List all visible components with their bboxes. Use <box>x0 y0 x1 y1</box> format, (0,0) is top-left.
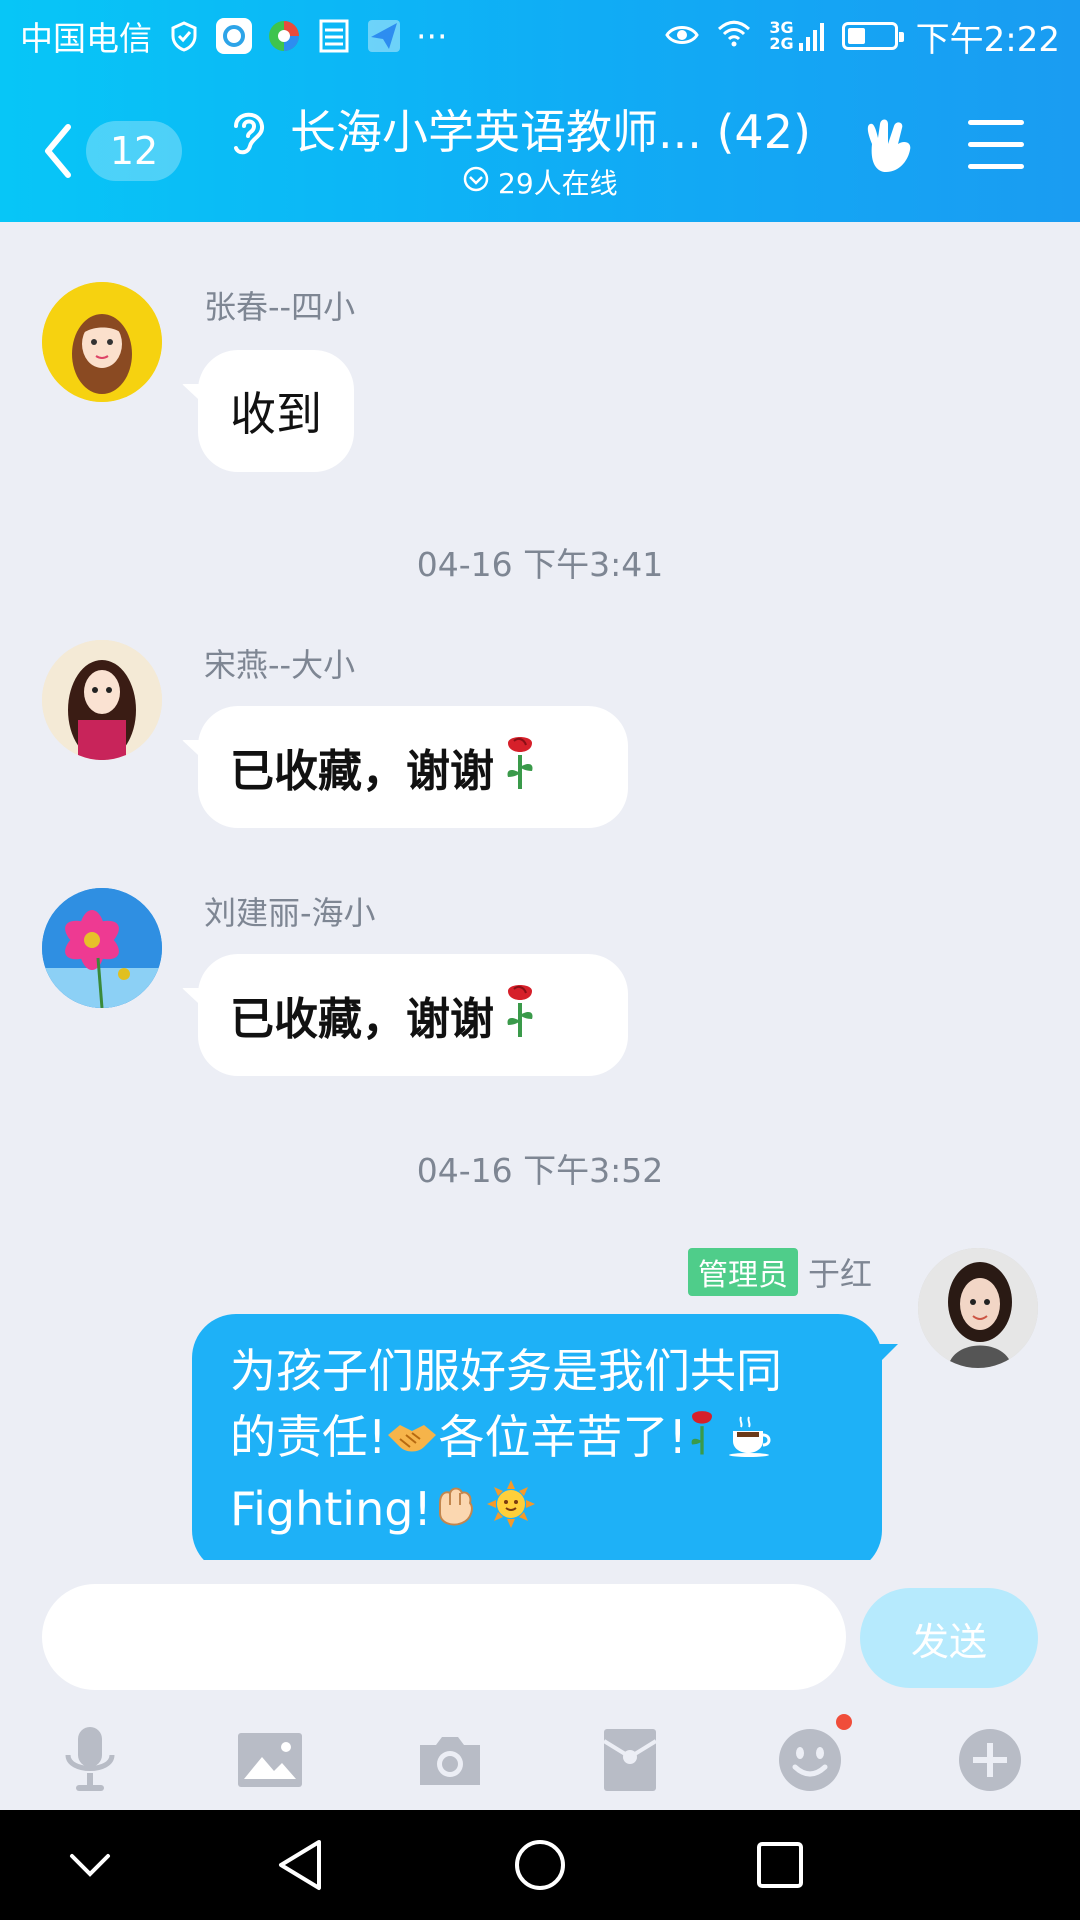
microphone-icon[interactable] <box>50 1720 130 1800</box>
browser-notification-icon <box>266 18 302 54</box>
input-toolbar <box>0 1710 1080 1810</box>
message-text: 为孩子们服好务是我们共同 的责任! 各位辛苦了! Fighting! <box>230 1338 782 1546</box>
send-button[interactable]: 发送 <box>860 1588 1038 1688</box>
fist-emoji-icon <box>432 1480 478 1546</box>
home-circle-icon[interactable] <box>500 1830 580 1900</box>
send-notification-icon <box>366 18 402 54</box>
plus-icon[interactable] <box>950 1720 1030 1800</box>
coffee-emoji-icon <box>727 1408 775 1474</box>
sender-name: 管理员 于红 <box>687 1248 872 1296</box>
back-button[interactable]: 12 <box>40 116 200 186</box>
more-notifications: ··· <box>416 16 448 56</box>
my-message-bubble[interactable]: 为孩子们服好务是我们共同 的责任! 各位辛苦了! Fighting! <box>192 1314 882 1560</box>
online-count: 29人在线 <box>498 167 618 200</box>
group-title[interactable]: 长海小学英语教师... (42) <box>290 96 811 162</box>
unread-count-badge: 12 <box>86 121 182 181</box>
message-item: 刘建丽-海小 已收藏，谢谢 <box>0 870 1080 1090</box>
eye-icon <box>665 16 700 56</box>
rose-emoji-icon <box>687 1405 717 1476</box>
image-icon[interactable] <box>230 1720 310 1800</box>
battery-icon <box>841 22 904 50</box>
handshake-emoji-icon <box>386 1408 438 1474</box>
status-bar: 中国电信 ··· 3G 2G 下午2:22 <box>0 0 1080 76</box>
avatar[interactable] <box>42 888 162 1008</box>
avatar[interactable] <box>918 1248 1038 1368</box>
signal-icon: 3G 2G <box>769 20 824 52</box>
hand-sign-icon[interactable] <box>860 114 918 182</box>
message-item: 张春--四小 收到 <box>0 222 1080 472</box>
sun-emoji-icon <box>486 1479 536 1546</box>
emoji-icon[interactable] <box>770 1714 852 1800</box>
message-bubble[interactable]: 已收藏，谢谢 <box>198 954 628 1076</box>
input-area: 发送 <box>0 1560 1080 1810</box>
timestamp: 04-16 下午3:52 <box>416 1151 664 1190</box>
camera-icon[interactable] <box>410 1720 490 1800</box>
rose-emoji-icon <box>502 733 538 802</box>
notification-dot <box>836 1714 852 1730</box>
hide-keyboard-icon[interactable] <box>50 1830 130 1900</box>
back-triangle-icon[interactable] <box>260 1830 340 1900</box>
chat-area[interactable]: 张春--四小 收到 04-16 下午3:41 宋燕--大小 已收藏，谢谢 刘建丽… <box>0 222 1080 1560</box>
back-chevron-icon <box>40 121 74 181</box>
menu-icon[interactable] <box>968 120 1024 172</box>
header: 中国电信 ··· 3G 2G 下午2:22 12 长海小学英语教师... (42… <box>0 0 1080 222</box>
sender-name: 宋燕--大小 <box>204 646 356 684</box>
carrier-label: 中国电信 <box>20 19 152 58</box>
sender-name: 刘建丽-海小 <box>204 894 376 932</box>
sender-name: 张春--四小 <box>204 288 356 326</box>
ear-icon[interactable] <box>224 102 272 162</box>
message-bubble[interactable]: 已收藏，谢谢 <box>198 706 628 828</box>
timestamp: 04-16 下午3:41 <box>416 545 664 584</box>
shield-notification-icon <box>166 18 202 54</box>
online-status[interactable]: 29人在线 <box>462 162 618 202</box>
storage-notification-icon <box>316 18 352 54</box>
chevron-down-circle-icon <box>462 165 490 200</box>
rose-emoji-icon <box>502 981 538 1050</box>
message-item: 宋燕--大小 已收藏，谢谢 <box>0 622 1080 842</box>
recents-square-icon[interactable] <box>740 1830 820 1900</box>
message-bubble[interactable]: 收到 <box>198 350 354 472</box>
red-packet-icon[interactable] <box>590 1720 670 1800</box>
avatar[interactable] <box>42 282 162 402</box>
message-input[interactable] <box>42 1584 846 1690</box>
admin-badge: 管理员 <box>687 1248 798 1296</box>
title-bar: 12 长海小学英语教师... (42) 29人在线 <box>0 76 1080 222</box>
wifi-icon <box>717 16 751 56</box>
app-notification-icon <box>216 18 252 54</box>
clock: 下午2:22 <box>915 19 1060 60</box>
avatar[interactable] <box>42 640 162 760</box>
navigation-bar <box>0 1810 1080 1920</box>
message-item: 管理员 于红 为孩子们服好务是我们共同 的责任! 各位辛苦了! Fighting! <box>0 1222 1080 1560</box>
